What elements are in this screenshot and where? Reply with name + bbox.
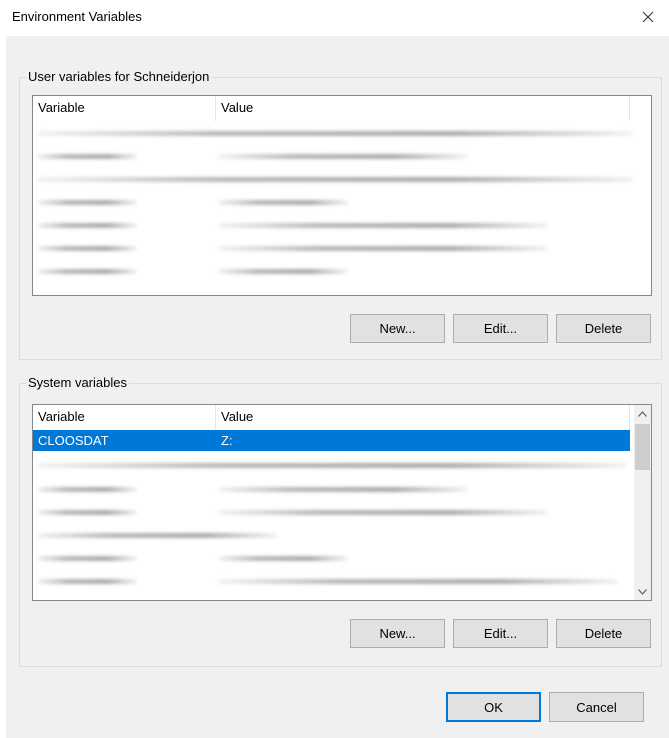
close-icon	[642, 11, 654, 23]
redacted-row[interactable]	[37, 154, 137, 159]
user-new-button[interactable]: New...	[350, 314, 445, 343]
user-variables-label: User variables for Schneiderjon	[26, 69, 212, 84]
redacted-row[interactable]	[218, 200, 348, 205]
redacted-row[interactable]	[37, 269, 137, 274]
redacted-row[interactable]	[37, 510, 137, 515]
chevron-up-icon	[638, 410, 647, 417]
redacted-row[interactable]	[37, 131, 633, 136]
user-variables-list[interactable]: Variable Value	[32, 95, 652, 296]
cancel-button[interactable]: Cancel	[549, 692, 644, 722]
redacted-row[interactable]	[37, 579, 137, 584]
selected-variable-value: Z:	[221, 433, 233, 448]
redacted-row[interactable]	[218, 487, 468, 492]
column-header-value[interactable]: Value	[216, 405, 630, 430]
system-variables-label: System variables	[26, 375, 129, 390]
scroll-down-button[interactable]	[634, 583, 651, 600]
redacted-row[interactable]	[218, 154, 468, 159]
redacted-row[interactable]	[218, 579, 618, 584]
user-edit-button[interactable]: Edit...	[453, 314, 548, 343]
user-variables-group: User variables for Schneiderjon Variable…	[19, 69, 662, 360]
redacted-row[interactable]	[37, 463, 627, 468]
system-list-scrollbar[interactable]	[634, 405, 651, 600]
redacted-row[interactable]	[37, 223, 137, 228]
system-edit-button[interactable]: Edit...	[453, 619, 548, 648]
scroll-thumb[interactable]	[635, 424, 650, 470]
system-variables-group: System variables Variable Value CLOOSDAT…	[19, 375, 662, 667]
close-button[interactable]	[633, 2, 663, 32]
user-list-header: Variable Value	[33, 96, 630, 121]
ok-button[interactable]: OK	[446, 692, 541, 722]
redacted-row[interactable]	[37, 556, 137, 561]
redacted-row[interactable]	[37, 246, 137, 251]
table-row-selected[interactable]: CLOOSDAT Z:	[33, 430, 630, 451]
redacted-row[interactable]	[218, 269, 348, 274]
system-new-button[interactable]: New...	[350, 619, 445, 648]
window-title: Environment Variables	[12, 9, 142, 24]
system-delete-button[interactable]: Delete	[556, 619, 651, 648]
redacted-row[interactable]	[37, 487, 137, 492]
chevron-down-icon	[638, 588, 647, 595]
selected-variable-name: CLOOSDAT	[38, 433, 109, 448]
redacted-row[interactable]	[218, 510, 548, 515]
system-variables-list[interactable]: Variable Value CLOOSDAT Z:	[32, 404, 652, 601]
redacted-row[interactable]	[37, 177, 633, 182]
redacted-row[interactable]	[218, 223, 548, 228]
column-header-value[interactable]: Value	[216, 96, 630, 121]
title-bar: Environment Variables	[0, 0, 669, 36]
scroll-up-button[interactable]	[634, 405, 651, 422]
system-list-header: Variable Value	[33, 405, 630, 430]
dialog-body: User variables for Schneiderjon Variable…	[6, 36, 669, 738]
redacted-row[interactable]	[37, 533, 277, 538]
user-delete-button[interactable]: Delete	[556, 314, 651, 343]
column-header-variable[interactable]: Variable	[33, 405, 216, 430]
redacted-row[interactable]	[218, 246, 548, 251]
redacted-row[interactable]	[37, 200, 137, 205]
column-header-variable[interactable]: Variable	[33, 96, 216, 121]
redacted-row[interactable]	[218, 556, 348, 561]
